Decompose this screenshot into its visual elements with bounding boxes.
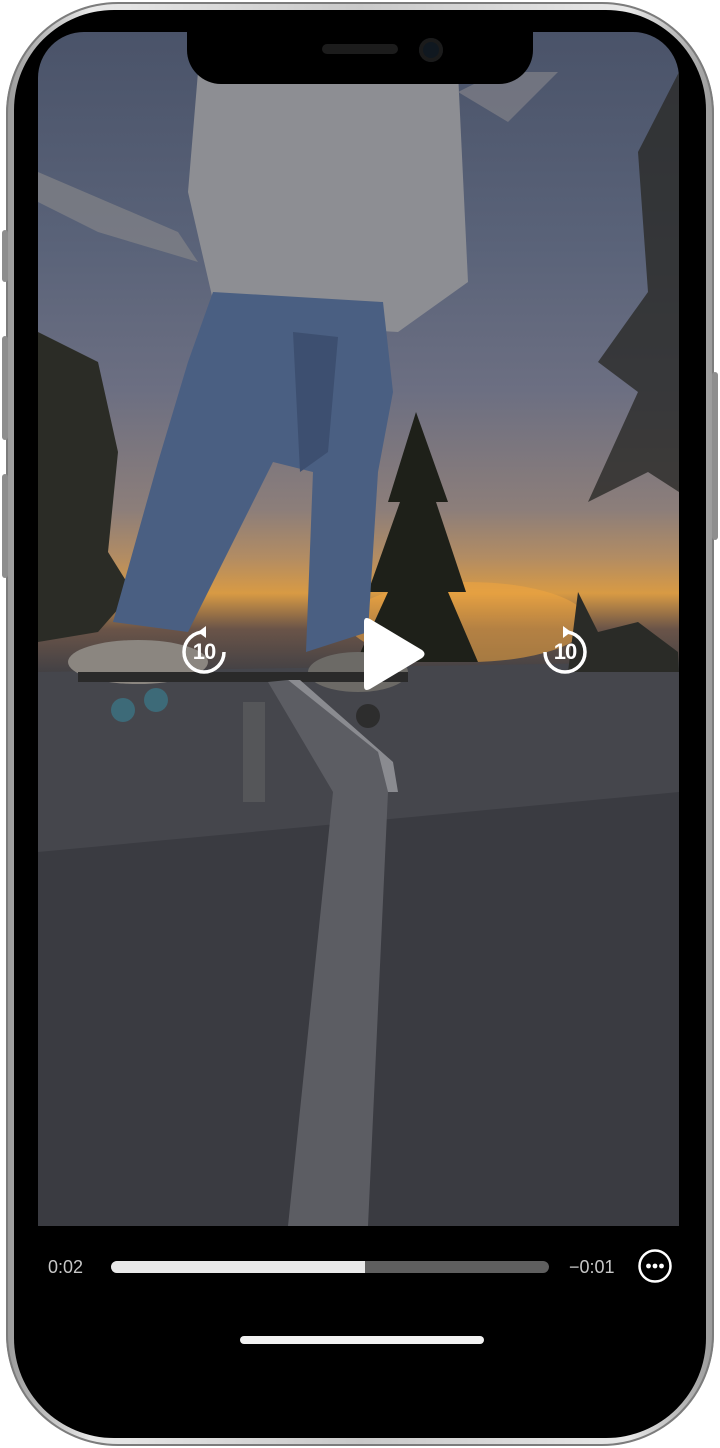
- remaining-time: −0:01: [569, 1257, 615, 1277]
- volume-down-button: [2, 474, 8, 578]
- speaker-grille: [322, 44, 398, 54]
- notch: [187, 10, 533, 84]
- power-button: [712, 372, 718, 540]
- video-frame[interactable]: 10 10: [38, 32, 679, 1226]
- silent-switch: [2, 230, 8, 282]
- play-icon: [364, 618, 425, 690]
- front-camera: [419, 38, 443, 62]
- progress-fill: [111, 1261, 366, 1273]
- volume-up-button: [2, 336, 8, 440]
- skip-back-button[interactable]: 10: [178, 626, 230, 678]
- more-options-button[interactable]: [638, 1249, 672, 1283]
- ellipsis-circle-icon: [638, 1249, 672, 1283]
- home-indicator[interactable]: [240, 1336, 484, 1344]
- playback-bar: 0:02 −0:01: [14, 1249, 706, 1283]
- skip-back-label: 10: [192, 639, 217, 664]
- progress-scrubber[interactable]: [111, 1261, 549, 1273]
- phone-screen: 10 10 0:02 −0:01: [14, 10, 706, 1438]
- elapsed-time: 0:02: [48, 1257, 84, 1277]
- skip-forward-button[interactable]: 10: [539, 626, 591, 678]
- skip-forward-label: 10: [553, 639, 578, 664]
- play-button[interactable]: [352, 614, 428, 694]
